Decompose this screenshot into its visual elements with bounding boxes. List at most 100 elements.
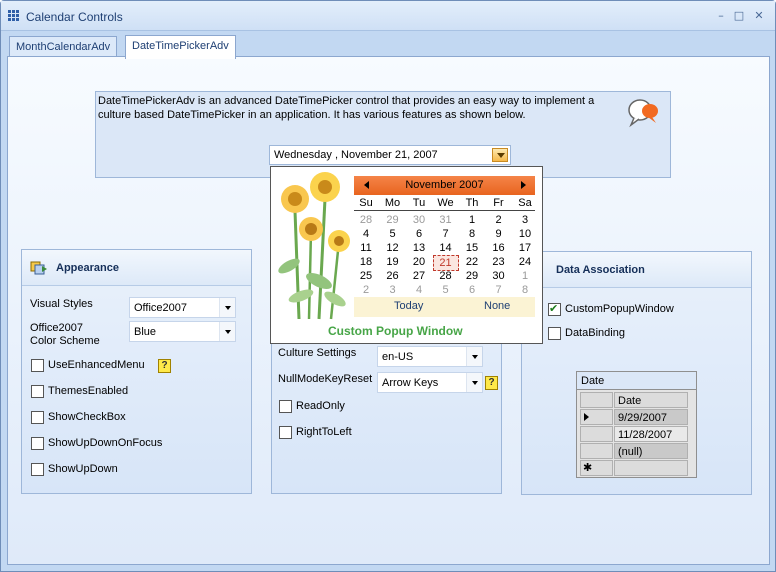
grid-cell-new[interactable] [614, 460, 688, 476]
calendar-day[interactable]: 4 [353, 227, 379, 241]
calendar-day[interactable]: 25 [353, 269, 379, 283]
custompopupwindow-label: CustomPopupWindow [565, 303, 674, 315]
calendar-day[interactable]: 29 [459, 269, 485, 283]
chevron-down-icon[interactable] [466, 347, 482, 366]
calendar-day[interactable]: 11 [353, 241, 379, 255]
checkbox-custompopupwindow[interactable] [548, 302, 561, 316]
calendar-day[interactable]: 27 [406, 269, 432, 283]
calendar-day[interactable]: 7 [486, 283, 512, 297]
checkbox-themesenabled[interactable] [31, 385, 44, 398]
sunflower-image [275, 171, 351, 321]
calendar-day[interactable]: 26 [380, 269, 406, 283]
calendar-day[interactable]: 1 [512, 269, 538, 283]
chevron-down-icon[interactable] [466, 373, 482, 392]
column-header-date[interactable]: Date [614, 392, 688, 408]
calendar-month-title[interactable]: November 2007 [354, 179, 535, 191]
chevron-down-icon[interactable] [219, 298, 235, 317]
culture-settings-value: en-US [382, 351, 414, 363]
showcheckbox-label: ShowCheckBox [48, 411, 126, 423]
row-header-blank [580, 392, 613, 408]
grid-cell[interactable]: 11/28/2007 [614, 426, 688, 442]
data-association-header: Data Association [522, 252, 751, 288]
useenhancedmenu-label: UseEnhancedMenu [48, 359, 145, 371]
culture-settings-combo[interactable]: en-US [377, 346, 483, 367]
grid-cell[interactable]: 9/29/2007 [614, 409, 688, 425]
nullmodekeyreset-combo[interactable]: Arrow Keys [377, 372, 483, 393]
grid-cell[interactable]: (null) [614, 443, 688, 459]
checkbox-showupdown[interactable] [31, 463, 44, 476]
calendar-day[interactable]: 1 [459, 213, 485, 227]
row-header [580, 426, 613, 442]
minimize-button[interactable]: – [714, 9, 728, 23]
table-row[interactable]: 11/28/2007 [580, 426, 688, 443]
help-icon[interactable]: ? [485, 376, 498, 390]
calendar-day[interactable]: 6 [459, 283, 485, 297]
next-month-icon[interactable] [521, 181, 526, 189]
calendar-day[interactable]: 8 [459, 227, 485, 241]
checkbox-righttoleft[interactable] [279, 426, 292, 439]
checkbox-showcheckbox[interactable] [31, 411, 44, 424]
calendar-day[interactable]: 29 [380, 213, 406, 227]
calendar-day[interactable]: 9 [486, 227, 512, 241]
help-icon[interactable]: ? [158, 359, 171, 373]
calendar-day[interactable]: 19 [380, 255, 406, 269]
today-button[interactable]: Today [394, 300, 423, 312]
custom-popup-window[interactable]: November 2007 Su Mo Tu We Th Fr Sa 28 29 30 31 1 2 3 4… [270, 166, 543, 344]
calendar-day[interactable]: 6 [406, 227, 432, 241]
calendar-day[interactable]: 23 [486, 255, 512, 269]
appearance-title: Appearance [56, 262, 119, 274]
calendar-day[interactable]: 2 [353, 283, 379, 297]
calendar-day[interactable]: 14 [433, 241, 459, 255]
calendar-day[interactable]: 17 [512, 241, 538, 255]
calendar-day[interactable]: 24 [512, 255, 538, 269]
calendar-day[interactable]: 28 [353, 213, 379, 227]
calendar-day[interactable]: 30 [406, 213, 432, 227]
calendar-day[interactable]: 4 [406, 283, 432, 297]
checkbox-readonly[interactable] [279, 400, 292, 413]
calendar-day[interactable]: 16 [486, 241, 512, 255]
data-grid[interactable]: Date Date 9/29/2007 11/28/2007 (null) ✱ [576, 371, 697, 478]
table-row-new[interactable]: ✱ [580, 460, 688, 477]
calendar-day[interactable]: 20 [406, 255, 432, 269]
tab-datetimepickeradv[interactable]: DateTimePickerAdv [125, 35, 236, 59]
calendar-day[interactable]: 5 [433, 283, 459, 297]
color-scheme-label: Office2007 Color Scheme [30, 322, 100, 347]
none-button[interactable]: None [484, 300, 510, 312]
appearance-header: Appearance [22, 250, 251, 286]
calendar-day[interactable]: 8 [512, 283, 538, 297]
calendar-day[interactable]: 31 [433, 213, 459, 227]
calendar-day[interactable]: 7 [433, 227, 459, 241]
table-row[interactable]: 9/29/2007 [580, 409, 688, 426]
calendar-day[interactable]: 3 [512, 213, 538, 227]
calendar-day[interactable]: 18 [353, 255, 379, 269]
day-of-week-label: Fr [493, 197, 504, 209]
chevron-down-icon[interactable] [219, 322, 235, 341]
datetimepicker-value[interactable]: Wednesday , November 21, 2007 [274, 149, 438, 161]
calendar-day[interactable]: 2 [486, 213, 512, 227]
culture-settings-label: Culture Settings [278, 347, 357, 359]
visual-styles-combo[interactable]: Office2007 [129, 297, 236, 318]
checkbox-databinding[interactable] [548, 327, 561, 340]
checkbox-showupdownonfocus[interactable] [31, 437, 44, 450]
calendar-day[interactable]: 3 [380, 283, 406, 297]
grid-caption: Date [577, 372, 696, 390]
calendar-day[interactable]: 12 [380, 241, 406, 255]
color-scheme-combo[interactable]: Blue [129, 321, 236, 342]
dropdown-button[interactable] [492, 148, 508, 162]
color-scheme-value: Blue [134, 326, 157, 338]
app-window: Calendar Controls – □ ✕ MonthCalendarAdv… [0, 0, 776, 572]
day-of-week-label: Mo [384, 197, 401, 209]
calendar-day[interactable]: 15 [459, 241, 485, 255]
checkbox-useenhancedmenu[interactable] [31, 359, 44, 372]
calendar-day[interactable]: 30 [486, 269, 512, 283]
close-button[interactable]: ✕ [752, 9, 766, 23]
calendar-day[interactable]: 5 [380, 227, 406, 241]
table-row[interactable]: (null) [580, 443, 688, 460]
maximize-button[interactable]: □ [732, 9, 746, 23]
calendar-day[interactable]: 22 [459, 255, 485, 269]
calendar-day[interactable]: 28 [433, 269, 459, 283]
righttoleft-label: RightToLeft [296, 426, 352, 438]
calendar-day[interactable]: 13 [406, 241, 432, 255]
datetimepicker[interactable]: Wednesday , November 21, 2007 [269, 145, 511, 165]
calendar-day[interactable]: 10 [512, 227, 538, 241]
